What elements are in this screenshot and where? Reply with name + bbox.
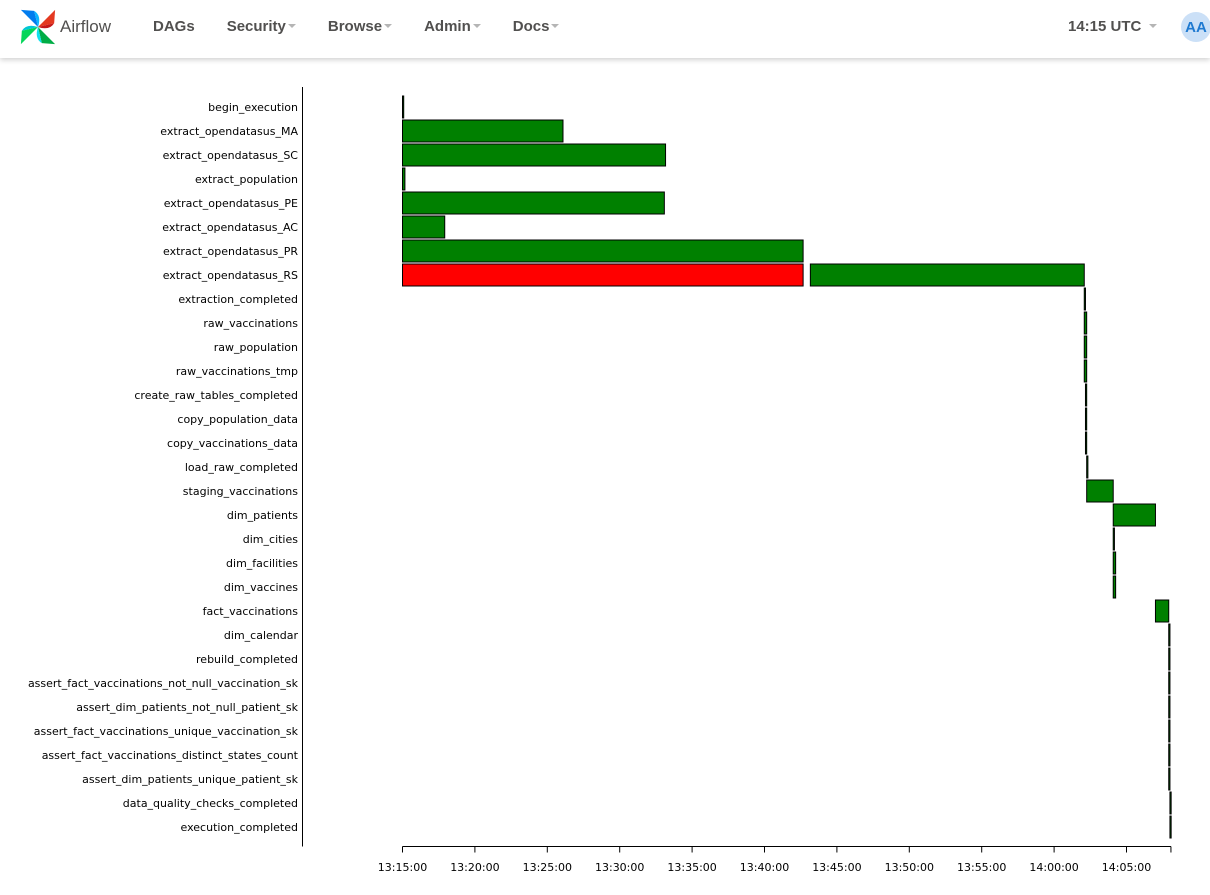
task-label: raw_vaccinations bbox=[203, 317, 298, 330]
nav-dags-label: DAGs bbox=[153, 18, 195, 35]
task-label: copy_vaccinations_data bbox=[167, 437, 298, 450]
task-bar[interactable] bbox=[1168, 767, 1171, 791]
task-bar[interactable] bbox=[402, 191, 665, 215]
task-bar[interactable] bbox=[1168, 695, 1171, 719]
task-bar[interactable] bbox=[1084, 383, 1088, 407]
x-tick-label: 13:30:00 bbox=[595, 861, 644, 874]
x-tick-label: 13:50:00 bbox=[885, 861, 934, 874]
task-bar[interactable] bbox=[402, 119, 564, 143]
task-bar[interactable] bbox=[1083, 335, 1088, 359]
task-label: raw_vaccinations_tmp bbox=[176, 365, 298, 378]
task-label: assert_fact_vaccinations_not_null_vaccin… bbox=[28, 677, 299, 690]
task-label: execution_completed bbox=[181, 821, 298, 834]
task-bar[interactable] bbox=[402, 215, 446, 239]
task-label: extract_population bbox=[195, 173, 298, 186]
task-label: extraction_completed bbox=[178, 293, 298, 306]
task-label: extract_opendatasus_RS bbox=[163, 269, 298, 282]
task-label: fact_vaccinations bbox=[203, 605, 299, 618]
task-bar[interactable] bbox=[1112, 551, 1117, 575]
brand-name: Airflow bbox=[60, 17, 112, 36]
nav-admin-label: Admin bbox=[424, 18, 471, 35]
task-bar[interactable] bbox=[1083, 311, 1088, 335]
task-label: extract_opendatasus_AC bbox=[162, 221, 298, 234]
nav-menu: DAGs Security Browse Admin Docs bbox=[153, 18, 591, 35]
x-tick-label: 14:00:00 bbox=[1029, 861, 1078, 874]
utc-clock[interactable]: 14:15 UTC bbox=[1068, 18, 1158, 35]
task-label: load_raw_completed bbox=[185, 461, 298, 474]
nav-security[interactable]: Security bbox=[227, 18, 296, 35]
nav-docs-label: Docs bbox=[512, 18, 550, 35]
utc-clock-label: 14:15 UTC bbox=[1068, 18, 1142, 35]
task-bar[interactable] bbox=[1168, 671, 1171, 695]
task-bar[interactable] bbox=[402, 95, 405, 119]
x-tick-label: 13:20:00 bbox=[450, 861, 499, 874]
task-bar[interactable] bbox=[1086, 479, 1114, 503]
task-bar[interactable] bbox=[1084, 407, 1088, 431]
x-tick-label: 13:40:00 bbox=[740, 861, 789, 874]
x-tick-label: 13:15:00 bbox=[378, 861, 427, 874]
caret-down-icon bbox=[472, 24, 481, 28]
task-label: extract_opendatasus_SC bbox=[163, 149, 299, 162]
nav-browse-label: Browse bbox=[327, 18, 383, 35]
task-label: assert_dim_patients_not_null_patient_sk bbox=[76, 701, 298, 714]
caret-down-icon bbox=[551, 24, 560, 28]
task-label: assert_fact_vaccinations_distinct_states… bbox=[42, 749, 299, 762]
airflow-pinwheel-icon bbox=[20, 9, 56, 45]
task-bar[interactable] bbox=[1083, 359, 1088, 383]
task-label: create_raw_tables_completed bbox=[134, 389, 298, 402]
nav-security-label: Security bbox=[226, 18, 286, 35]
task-bar[interactable] bbox=[1083, 287, 1086, 311]
task-label: assert_dim_patients_unique_patient_sk bbox=[82, 773, 299, 786]
nav-admin[interactable]: Admin bbox=[424, 18, 481, 35]
task-bar[interactable] bbox=[402, 167, 406, 191]
task-bar[interactable] bbox=[809, 263, 1085, 287]
task-bar[interactable] bbox=[402, 143, 667, 167]
task-label: dim_cities bbox=[243, 533, 298, 546]
task-bar[interactable] bbox=[1112, 575, 1117, 599]
task-label: raw_population bbox=[214, 341, 298, 354]
x-tick-label: 13:35:00 bbox=[667, 861, 716, 874]
task-label: copy_population_data bbox=[177, 413, 298, 426]
task-label: dim_calendar bbox=[224, 629, 299, 642]
task-label: data_quality_checks_completed bbox=[123, 797, 298, 810]
task-bar[interactable] bbox=[1169, 791, 1172, 815]
nav-browse[interactable]: Browse bbox=[327, 18, 393, 35]
x-tick-label: 13:25:00 bbox=[523, 861, 572, 874]
nav-dags[interactable]: DAGs bbox=[153, 18, 195, 35]
task-bar[interactable] bbox=[402, 239, 804, 263]
task-bar[interactable] bbox=[1168, 647, 1171, 671]
user-avatar[interactable]: AA bbox=[1181, 12, 1210, 42]
task-label: dim_patients bbox=[227, 509, 298, 522]
gantt-chart: begin_execution extract_opendatasus_MAext… bbox=[28, 87, 1172, 874]
brand[interactable]: Airflow bbox=[19, 8, 111, 46]
x-tick-label: 14:05:00 bbox=[1102, 861, 1151, 874]
task-bar[interactable] bbox=[1168, 743, 1171, 767]
task-bar[interactable] bbox=[1154, 599, 1170, 623]
task-bar[interactable] bbox=[1084, 431, 1088, 455]
task-label: begin_execution bbox=[208, 101, 298, 114]
task-bar[interactable] bbox=[1168, 623, 1171, 647]
caret-down-icon bbox=[1149, 24, 1158, 28]
task-label: staging_vaccinations bbox=[183, 485, 298, 498]
task-bar[interactable] bbox=[1169, 815, 1172, 839]
task-bar[interactable] bbox=[1112, 503, 1156, 527]
task-label: rebuild_completed bbox=[196, 653, 298, 666]
task-bar[interactable] bbox=[402, 263, 804, 287]
task-label: extract_opendatasus_PR bbox=[163, 245, 298, 258]
task-label: extract_opendatasus_MA bbox=[160, 125, 298, 138]
task-label: extract_opendatasus_PE bbox=[164, 197, 298, 210]
caret-down-icon bbox=[384, 24, 393, 28]
nav-docs[interactable]: Docs bbox=[513, 18, 560, 35]
navbar: Airflow DAGs Security Browse Admin Docs … bbox=[0, 0, 1210, 58]
x-tick-label: 13:45:00 bbox=[812, 861, 861, 874]
task-label: assert_fact_vaccinations_unique_vaccinat… bbox=[34, 725, 299, 738]
user-initials: AA bbox=[1185, 18, 1207, 36]
task-bar[interactable] bbox=[1168, 719, 1171, 743]
task-label: dim_vaccines bbox=[224, 581, 298, 594]
task-bar[interactable] bbox=[1086, 455, 1089, 479]
caret-down-icon bbox=[287, 24, 296, 28]
task-label: dim_facilities bbox=[226, 557, 298, 570]
task-bar[interactable] bbox=[1112, 527, 1115, 551]
x-tick-label: 13:55:00 bbox=[957, 861, 1006, 874]
